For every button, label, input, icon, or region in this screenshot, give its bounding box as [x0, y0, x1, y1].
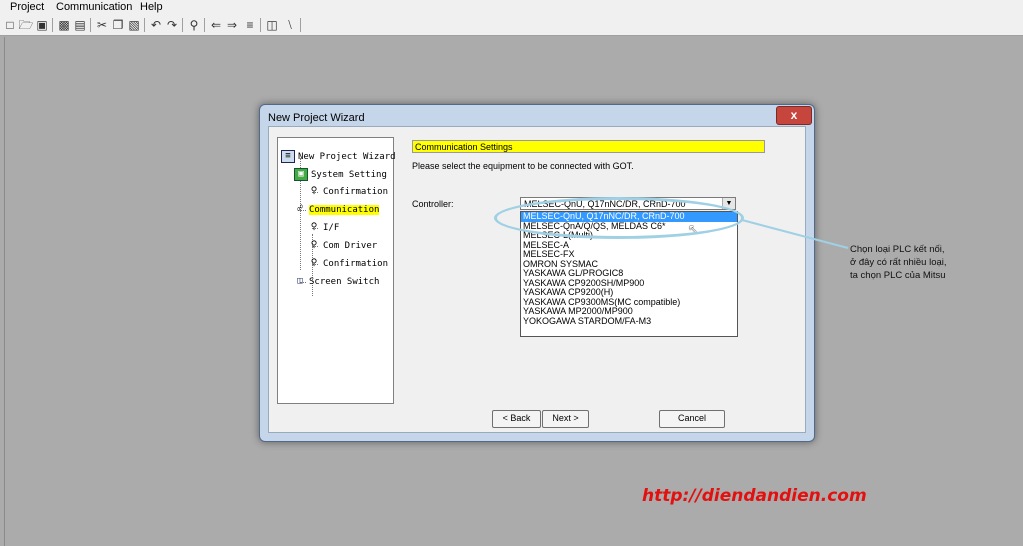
tree-item-confirmation-2[interactable]: ⚲ Confirmation	[308, 258, 388, 271]
close-button[interactable]: x	[776, 106, 812, 125]
tree-item-if[interactable]: ⚲ I/F	[308, 222, 340, 235]
callout-text: Chọn loại PLC kết nối, ở đây có rất nhiề…	[850, 243, 1000, 282]
menu-project[interactable]: Project	[6, 1, 48, 13]
wizard-icon: ≡	[281, 150, 295, 163]
controller-option[interactable]: MELSEC-FX	[521, 250, 737, 260]
menu-bar: Project Communication Help	[0, 0, 1023, 16]
back-button[interactable]: < Back	[492, 410, 541, 428]
tree-label: Confirmation	[323, 259, 389, 269]
line-tool-icon[interactable]: ⧵	[282, 17, 298, 33]
bulb-icon: ⚲	[310, 222, 318, 232]
copy-icon[interactable]: ❐	[110, 17, 126, 33]
section-header: Communication Settings	[412, 140, 765, 153]
open-folder-icon[interactable]: 🗁	[18, 17, 34, 33]
next-button[interactable]: Next >	[542, 410, 589, 428]
controller-option[interactable]: YASKAWA MP2000/MP900	[521, 307, 737, 317]
cancel-button[interactable]: Cancel	[659, 410, 725, 428]
forward-arrow-icon[interactable]: ⇒	[224, 17, 240, 33]
controller-label: Controller:	[412, 199, 454, 209]
tree-item-confirmation-1[interactable]: ⚲ Confirmation	[308, 186, 388, 199]
tree-item-screen-switch[interactable]: ◫ Screen Switch	[294, 276, 379, 289]
zoom-icon[interactable]: ⚲	[186, 17, 202, 33]
print-preview-icon[interactable]: ▤	[72, 17, 88, 33]
menu-help[interactable]: Help	[136, 1, 167, 13]
watermark-url: http://diendandien.com	[642, 486, 867, 506]
comm-icon: ☍	[297, 204, 303, 214]
system-icon: ▣	[294, 168, 308, 181]
tree-label: New Project Wizard	[298, 152, 396, 162]
paste-icon[interactable]: ▧	[126, 17, 142, 33]
highlight-ellipse	[494, 197, 744, 239]
new-project-wizard-dialog: New Project Wizard x ≡ New Project Wizard…	[259, 104, 815, 442]
tree-item-new-project-wizard[interactable]: ≡ New Project Wizard	[281, 150, 396, 163]
save-icon[interactable]: ▣	[34, 17, 50, 33]
bulb-icon: ⚲	[310, 240, 318, 250]
dialog-title: New Project Wizard	[268, 112, 365, 124]
controller-option[interactable]: YASKAWA CP9300MS(MC compatible)	[521, 298, 737, 308]
toolbar: □ 🗁 ▣ ▩ ▤ ✂ ❐ ▧ ↶ ↷ ⚲ ⇐ ⇒ ≡ ◫ ⧵	[0, 16, 1023, 36]
tree-label: I/F	[323, 223, 340, 233]
controller-option[interactable]: YOKOGAWA STARDOM/FA-M3	[521, 317, 737, 327]
tree-item-communication[interactable]: ☍ Communication	[294, 204, 380, 217]
align-icon[interactable]: ≡	[242, 17, 258, 33]
tree-label: Communication	[309, 205, 380, 215]
controller-option[interactable]: OMRON SYSMAC	[521, 260, 737, 270]
tree-label: Screen Switch	[309, 277, 380, 287]
menu-communication[interactable]: Communication	[52, 1, 136, 13]
bulb-icon: ⚲	[310, 258, 318, 268]
back-arrow-icon[interactable]: ⇐	[208, 17, 224, 33]
callout-line: ở đây có rất nhiều loại,	[850, 257, 947, 268]
new-file-icon[interactable]: □	[2, 17, 18, 33]
screen-icon: ◫	[297, 276, 303, 286]
callout-line: ta chọn PLC của Mitsu	[850, 270, 946, 281]
controller-option[interactable]: YASKAWA CP9200(H)	[521, 288, 737, 298]
cut-icon[interactable]: ✂	[94, 17, 110, 33]
screen-icon[interactable]: ◫	[264, 17, 280, 33]
wizard-step-tree: ≡ New Project Wizard ▣ System Setting ⚲ Con…	[277, 137, 396, 404]
save-as-icon[interactable]: ▩	[56, 17, 72, 33]
tree-label: Com Driver	[323, 241, 378, 251]
tree-item-com-driver[interactable]: ⚲ Com Driver	[308, 240, 377, 253]
instruction-text: Please select the equipment to be connec…	[412, 161, 634, 171]
controller-option[interactable]: YASKAWA CP9200SH/MP900	[521, 279, 737, 289]
controller-option[interactable]: YASKAWA GL/PROGIC8	[521, 269, 737, 279]
controller-option[interactable]: MELSEC-A	[521, 241, 737, 251]
tree-label: Confirmation	[323, 187, 389, 197]
dialog-body: ≡ New Project Wizard ▣ System Setting ⚲ Con…	[268, 126, 806, 433]
redo-icon[interactable]: ↷	[164, 17, 180, 33]
tree-label: System Setting	[311, 170, 387, 180]
bulb-icon: ⚲	[310, 186, 318, 196]
undo-icon[interactable]: ↶	[148, 17, 164, 33]
tree-item-system-setting[interactable]: ▣ System Setting	[294, 168, 387, 181]
callout-line: Chọn loại PLC kết nối,	[850, 244, 945, 255]
